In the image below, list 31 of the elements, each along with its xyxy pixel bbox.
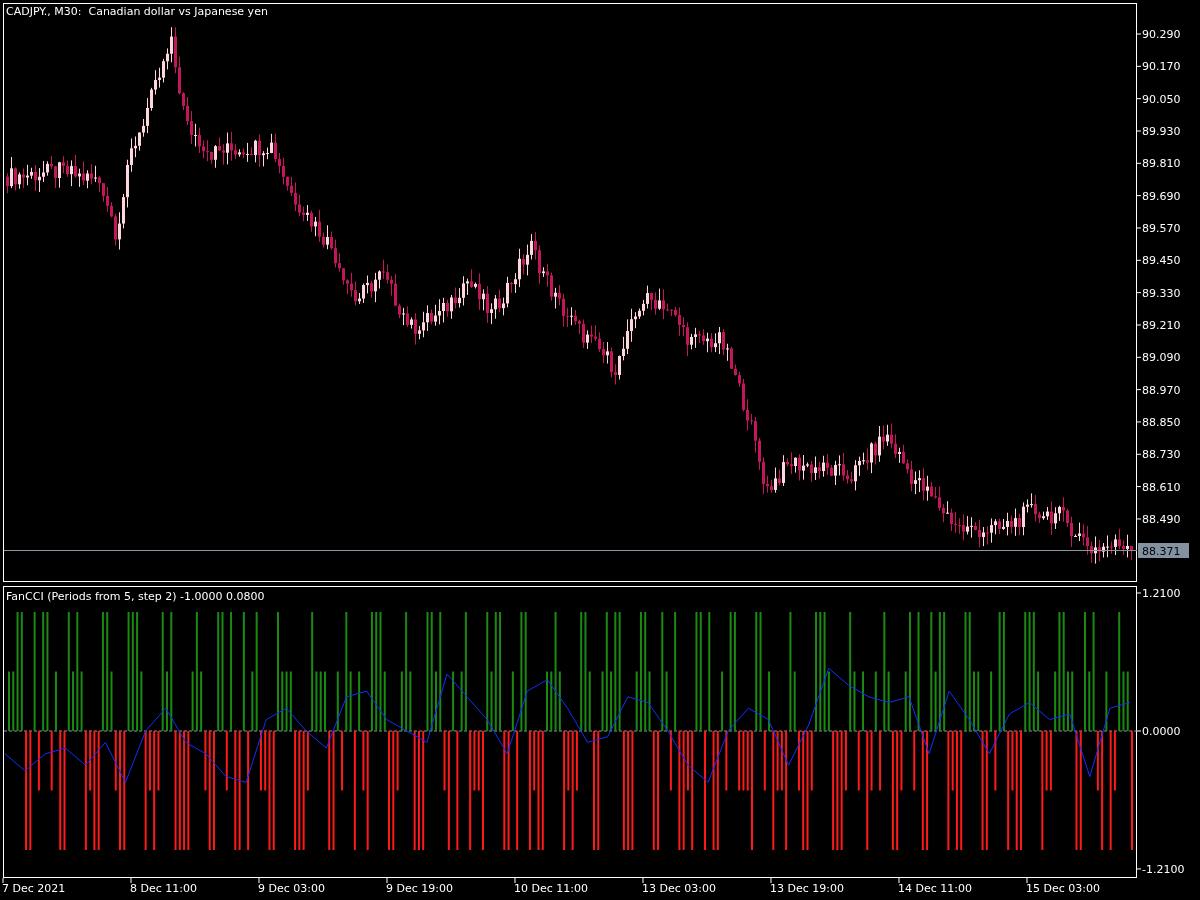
price-label: 89.330 xyxy=(1142,286,1181,300)
indicator-axis-label: -1.2100 xyxy=(1142,862,1185,876)
price-label: 88.610 xyxy=(1142,480,1181,494)
time-label: 13 Dec 19:00 xyxy=(770,882,844,895)
price-label: 88.490 xyxy=(1142,512,1181,526)
price-label: 88.730 xyxy=(1142,448,1181,462)
price-label: 88.970 xyxy=(1142,383,1181,397)
chart-title: CADJPY., M30: Canadian dollar vs Japanese yen xyxy=(6,5,268,18)
price-label: 90.290 xyxy=(1142,28,1181,41)
time-label: 9 Dec 19:00 xyxy=(386,882,453,895)
time-label: 14 Dec 11:00 xyxy=(898,882,972,895)
price-label: 89.570 xyxy=(1142,222,1181,235)
price-label: 90.170 xyxy=(1142,60,1181,74)
price-label: 89.450 xyxy=(1142,254,1181,268)
indicator-axis-label: 1.2100 xyxy=(1142,587,1181,600)
price-label: 89.930 xyxy=(1142,125,1181,138)
price-label: 88.850 xyxy=(1142,415,1181,429)
current-price-tag: 88.371 xyxy=(1138,543,1189,558)
price-label: 89.210 xyxy=(1142,318,1181,332)
time-label: 13 Dec 03:00 xyxy=(642,882,716,895)
price-label: 89.090 xyxy=(1142,351,1181,365)
indicator-title: FanCCI (Periods from 5, step 2) -1.0000 0.0800 xyxy=(6,590,265,603)
price-label: 89.690 xyxy=(1142,189,1181,203)
time-label: 7 Dec 2021 xyxy=(2,882,66,895)
indicator-axis-label: 0.0000 xyxy=(1142,724,1181,738)
time-label: 8 Dec 11:00 xyxy=(130,882,197,895)
time-label: 15 Dec 03:00 xyxy=(1026,882,1100,895)
time-label: 9 Dec 03:00 xyxy=(258,882,325,895)
time-label: 10 Dec 11:00 xyxy=(514,882,588,895)
price-label: 89.810 xyxy=(1142,157,1181,171)
price-label: 90.050 xyxy=(1142,92,1181,106)
